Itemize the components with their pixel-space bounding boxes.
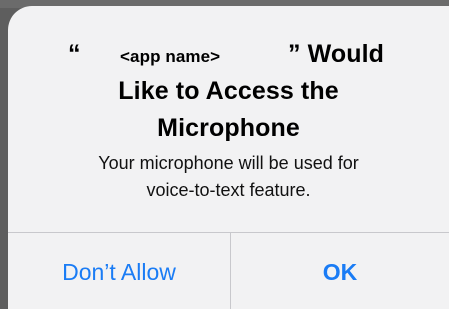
alert-title-line3: Microphone	[157, 114, 300, 142]
alert-title-line1: “ <app name> ” Would	[8, 36, 449, 73]
dont-allow-button[interactable]: Don’t Allow	[8, 233, 230, 309]
app-name-placeholder: <app name>	[120, 47, 221, 66]
ok-button[interactable]: OK	[231, 233, 449, 309]
alert-message: Your microphone will be used for voice-t…	[8, 150, 449, 204]
alert-title: “ <app name> ” Would Like to Access the …	[8, 36, 449, 147]
alert-message-line2: voice-to-text feature.	[146, 180, 311, 200]
permission-alert-dialog: “ <app name> ” Would Like to Access the …	[8, 6, 449, 309]
alert-message-line1: Your microphone will be used for	[98, 153, 359, 173]
title-line1-rest: ” Would	[288, 40, 385, 68]
alert-title-line2: Like to Access the	[118, 77, 339, 105]
alert-content: “ <app name> ” Would Like to Access the …	[8, 6, 449, 232]
alert-button-row: Don’t Allow OK	[8, 233, 449, 309]
title-quote-open: “	[68, 40, 81, 68]
